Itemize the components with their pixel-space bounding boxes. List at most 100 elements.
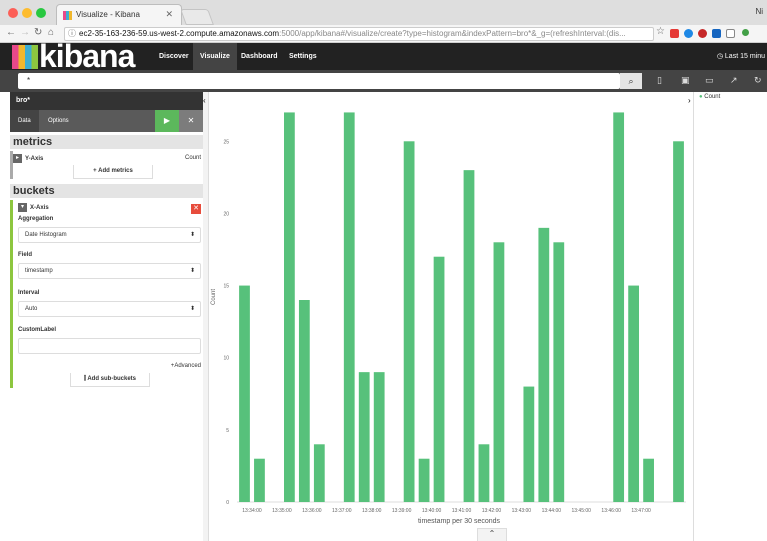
save-icon[interactable]: ▣ xyxy=(681,75,690,86)
x-tick-label: 13:38:00 xyxy=(362,508,382,514)
select-caret-icon: ⬍ xyxy=(189,268,195,274)
close-tab-icon[interactable]: ✕ xyxy=(165,9,173,20)
metric-y-axis-row[interactable]: ▸ Y-Axis Count xyxy=(13,154,203,163)
clock-icon: ◷ xyxy=(716,53,725,60)
field-label: Field xyxy=(18,252,33,258)
apply-changes-button[interactable]: ▶ xyxy=(155,110,179,132)
bookmark-star-icon[interactable]: ☆ xyxy=(656,26,665,37)
address-bar[interactable]: ⓘ ec2-35-163-236-59.us-west-2.compute.am… xyxy=(64,27,654,41)
search-button[interactable]: ⌕ xyxy=(620,73,642,89)
add-metrics-button[interactable]: + Add metrics xyxy=(73,165,153,179)
chevron-left-icon[interactable]: ‹ xyxy=(203,96,206,105)
maximize-window-button[interactable] xyxy=(36,8,46,18)
histogram-bar[interactable] xyxy=(673,141,684,502)
add-sub-buckets-button[interactable]: ⫿ Add sub-buckets xyxy=(70,373,150,387)
browser-tab[interactable]: Visualize - Kibana ✕ xyxy=(56,4,182,25)
x-tick-label: 13:47:00 xyxy=(631,508,651,514)
discard-changes-button[interactable]: ✕ xyxy=(179,110,203,132)
browser-user[interactable]: Ni xyxy=(755,7,763,16)
histogram-bar[interactable] xyxy=(418,458,430,502)
histogram-bar[interactable] xyxy=(313,444,325,502)
extension-grey-icon[interactable] xyxy=(726,29,735,38)
refresh-icon[interactable]: ↻ xyxy=(754,75,762,86)
expand-icon[interactable]: ▸ xyxy=(13,154,22,163)
x-tick-label: 13:34:00 xyxy=(242,508,262,514)
y-tick-label: 0 xyxy=(226,500,229,506)
expand-bottom-panel-button[interactable]: ⌃ xyxy=(477,528,507,541)
advanced-label: Advanced xyxy=(174,363,201,369)
reload-icon[interactable]: ↻ xyxy=(34,27,42,38)
histogram-bar[interactable] xyxy=(298,300,310,502)
nav-dashboard[interactable]: Dashboard xyxy=(234,43,285,70)
select-caret-icon: ⬍ xyxy=(189,232,195,238)
sidebar-collapse-handle[interactable]: ‹ xyxy=(203,92,209,541)
new-tab-button[interactable] xyxy=(180,9,214,25)
remove-bucket-button[interactable]: ✕ xyxy=(191,204,201,214)
x-tick-label: 13:44:00 xyxy=(542,508,562,514)
nav-settings[interactable]: Settings xyxy=(282,43,324,70)
histogram-bar[interactable] xyxy=(613,112,625,503)
x-tick-label: 13:41:00 xyxy=(452,508,472,514)
y-axis-label: Y-Axis xyxy=(25,156,44,163)
extension-stop-icon[interactable] xyxy=(698,29,707,38)
histogram-bar[interactable] xyxy=(373,372,385,502)
histogram-bar[interactable] xyxy=(403,141,415,502)
search-icon: ⌕ xyxy=(628,76,634,86)
histogram-bar[interactable] xyxy=(284,112,295,503)
forward-icon[interactable]: → xyxy=(20,27,30,38)
extension-leaf-icon[interactable] xyxy=(742,29,749,36)
bucket-x-axis-row[interactable]: ▾ X-Axis xyxy=(18,203,208,212)
tab-data[interactable]: Data xyxy=(10,110,39,132)
nav-visualize[interactable]: Visualize xyxy=(193,43,237,70)
close-icon: ✕ xyxy=(187,116,195,125)
histogram-bar[interactable] xyxy=(643,458,654,502)
histogram-bar[interactable] xyxy=(523,386,535,502)
legend-item-count[interactable]: ● Count xyxy=(699,94,720,100)
kibana-navbar: kibana Discover Visualize Dashboard Sett… xyxy=(0,38,767,74)
open-folder-icon[interactable]: ▭ xyxy=(705,75,714,86)
nav-discover[interactable]: Discover xyxy=(152,43,196,70)
share-icon[interactable]: ↗ xyxy=(730,75,738,86)
x-tick-label: 13:46:00 xyxy=(601,508,621,514)
time-picker[interactable]: ◷ Last 15 minu xyxy=(717,43,765,70)
aggregation-label: Aggregation xyxy=(18,216,54,222)
query-bar: * ⌕ ▯ ▣ ▭ ↗ ↻ xyxy=(0,70,767,92)
query-input[interactable]: * xyxy=(18,73,620,89)
add-sub-buckets-label: Add sub-buckets xyxy=(87,376,137,382)
histogram-bar[interactable] xyxy=(433,256,445,502)
advanced-toggle[interactable]: +Advanced xyxy=(171,363,201,369)
extension-blue-icon[interactable] xyxy=(684,29,693,38)
histogram-bar[interactable] xyxy=(358,372,370,502)
minimize-window-button[interactable] xyxy=(22,8,32,18)
histogram-bar[interactable] xyxy=(493,242,505,503)
browser-tab-title: Visualize - Kibana xyxy=(76,10,140,19)
histogram-bar[interactable] xyxy=(343,112,355,503)
close-window-button[interactable] xyxy=(8,8,18,18)
histogram-bar[interactable] xyxy=(478,444,490,502)
histogram-bar[interactable] xyxy=(254,458,265,502)
home-icon[interactable]: ⌂ xyxy=(48,27,54,38)
x-tick-label: 13:36:00 xyxy=(302,508,322,514)
interval-value: Auto xyxy=(25,306,38,312)
histogram-bar[interactable] xyxy=(628,285,640,502)
collapse-icon[interactable]: ▾ xyxy=(18,203,27,212)
new-visualization-icon[interactable]: ▯ xyxy=(657,75,662,86)
tab-options[interactable]: Options xyxy=(40,110,77,132)
extension-puzzle-icon[interactable] xyxy=(712,29,721,38)
index-pattern-title: bro* xyxy=(10,92,203,110)
custom-label-input[interactable] xyxy=(18,338,201,354)
buckets-heading: buckets xyxy=(10,184,203,198)
y-axis-title: Count xyxy=(211,289,217,305)
back-icon[interactable]: ← xyxy=(6,27,16,38)
legend-toggle-icon[interactable]: › xyxy=(688,96,691,105)
browser-tab-strip: Visualize - Kibana ✕ Ni xyxy=(0,0,767,25)
histogram-bar[interactable] xyxy=(538,227,550,503)
field-select[interactable]: timestamp ⬍ xyxy=(18,263,201,279)
aggregation-select[interactable]: Date Histogram ⬍ xyxy=(18,227,201,243)
histogram-bar[interactable] xyxy=(553,242,565,503)
interval-select[interactable]: Auto ⬍ xyxy=(18,301,201,317)
extension-red-icon[interactable] xyxy=(670,29,679,38)
buckets-accent-bar xyxy=(10,200,13,388)
histogram-bar[interactable] xyxy=(239,285,250,502)
histogram-bar[interactable] xyxy=(463,170,475,502)
